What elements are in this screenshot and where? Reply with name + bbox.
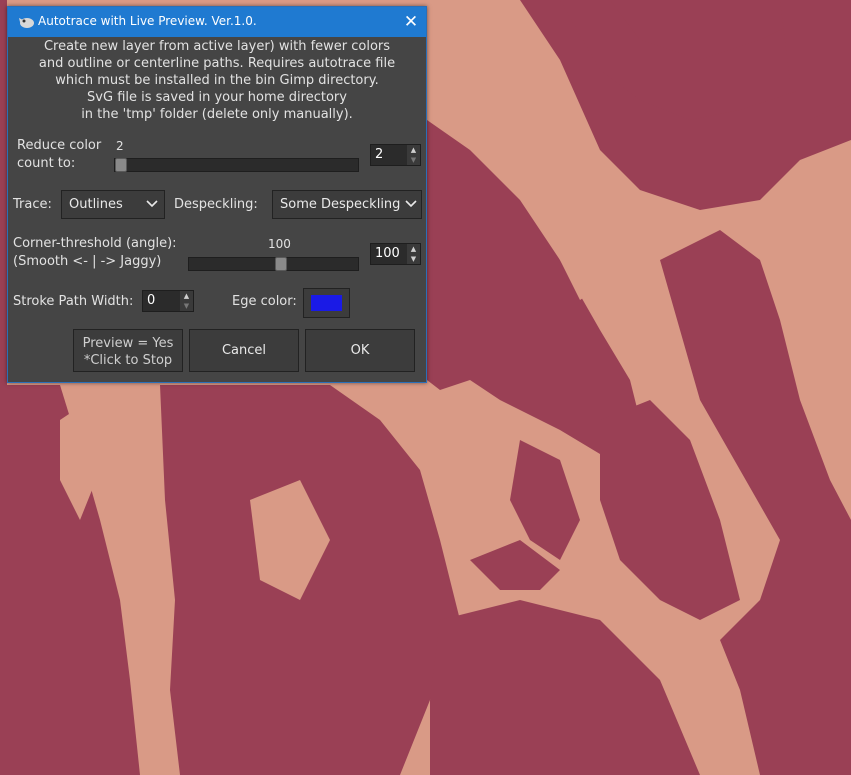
spin-down-icon[interactable]: ▼ — [407, 155, 420, 165]
stroke-width-label: Stroke Path Width: — [13, 294, 134, 309]
preview-label: Preview = Yes — [82, 336, 174, 351]
trace-dropdown[interactable]: Outlines — [61, 190, 165, 219]
corner-threshold-spin-value: 100 — [375, 246, 400, 261]
despeckling-dropdown-value: Some Despeckling — [280, 197, 401, 212]
corner-threshold-slider-handle[interactable] — [275, 257, 287, 271]
edge-color-button[interactable] — [303, 288, 350, 318]
corner-threshold-label-2: (Smooth <- | -> Jaggy) — [13, 254, 162, 269]
preview-label-2: *Click to Stop — [83, 353, 173, 368]
corner-threshold-slider[interactable] — [188, 257, 359, 271]
reduce-color-slider[interactable] — [114, 158, 359, 172]
ok-label: OK — [350, 343, 370, 358]
description-line: SvG file is saved in your home directory — [87, 90, 347, 105]
autotrace-dialog: Autotrace with Live Preview. Ver.1.0. ✕ … — [7, 6, 427, 383]
dialog-title: Autotrace with Live Preview. Ver.1.0. — [38, 14, 257, 28]
reduce-color-spinbox[interactable]: 2 ▲ ▼ — [370, 144, 421, 166]
chevron-down-icon — [146, 200, 158, 208]
stroke-width-spin-value: 0 — [147, 293, 156, 308]
dialog-titlebar[interactable]: Autotrace with Live Preview. Ver.1.0. ✕ — [8, 7, 426, 37]
reduce-color-label: Reduce color — [17, 138, 102, 153]
close-button[interactable]: ✕ — [396, 7, 426, 37]
spin-down-icon[interactable]: ▼ — [407, 254, 420, 264]
reduce-color-label-2: count to: — [17, 156, 76, 171]
ok-button[interactable]: OK — [305, 329, 415, 372]
despeckling-dropdown[interactable]: Some Despeckling — [272, 190, 422, 219]
reduce-color-spin-value: 2 — [375, 147, 384, 162]
cancel-label: Cancel — [221, 343, 267, 358]
description-line: which must be installed in the bin Gimp … — [55, 73, 379, 88]
edge-color-label: Ege color: — [232, 294, 297, 309]
despeckling-label: Despeckling: — [174, 197, 258, 212]
preview-toggle-button[interactable]: Preview = Yes *Click to Stop — [73, 329, 183, 372]
reduce-color-slider-value: 2 — [116, 139, 124, 153]
chevron-down-icon — [405, 200, 417, 208]
spin-up-icon[interactable]: ▲ — [407, 145, 420, 155]
description-line: and outline or centerline paths. Require… — [38, 56, 396, 71]
cancel-button[interactable]: Cancel — [189, 329, 299, 372]
trace-label: Trace: — [13, 197, 52, 212]
trace-dropdown-value: Outlines — [69, 197, 123, 212]
stroke-width-spinbox[interactable]: 0 ▲ ▼ — [142, 290, 194, 312]
corner-threshold-slider-value: 100 — [268, 237, 291, 251]
reduce-color-slider-handle[interactable] — [115, 158, 127, 172]
spin-up-icon[interactable]: ▲ — [180, 291, 193, 301]
description-line: in the 'tmp' folder (delete only manuall… — [81, 107, 353, 122]
spin-down-icon[interactable]: ▼ — [180, 301, 193, 311]
spin-up-icon[interactable]: ▲ — [407, 244, 420, 254]
corner-threshold-spinbox[interactable]: 100 ▲ ▼ — [370, 243, 421, 265]
edge-color-swatch — [311, 295, 342, 311]
corner-threshold-label: Corner-threshold (angle): — [13, 236, 177, 251]
description-line: Create new layer from active layer) with… — [43, 39, 391, 54]
gimp-icon — [19, 18, 34, 28]
